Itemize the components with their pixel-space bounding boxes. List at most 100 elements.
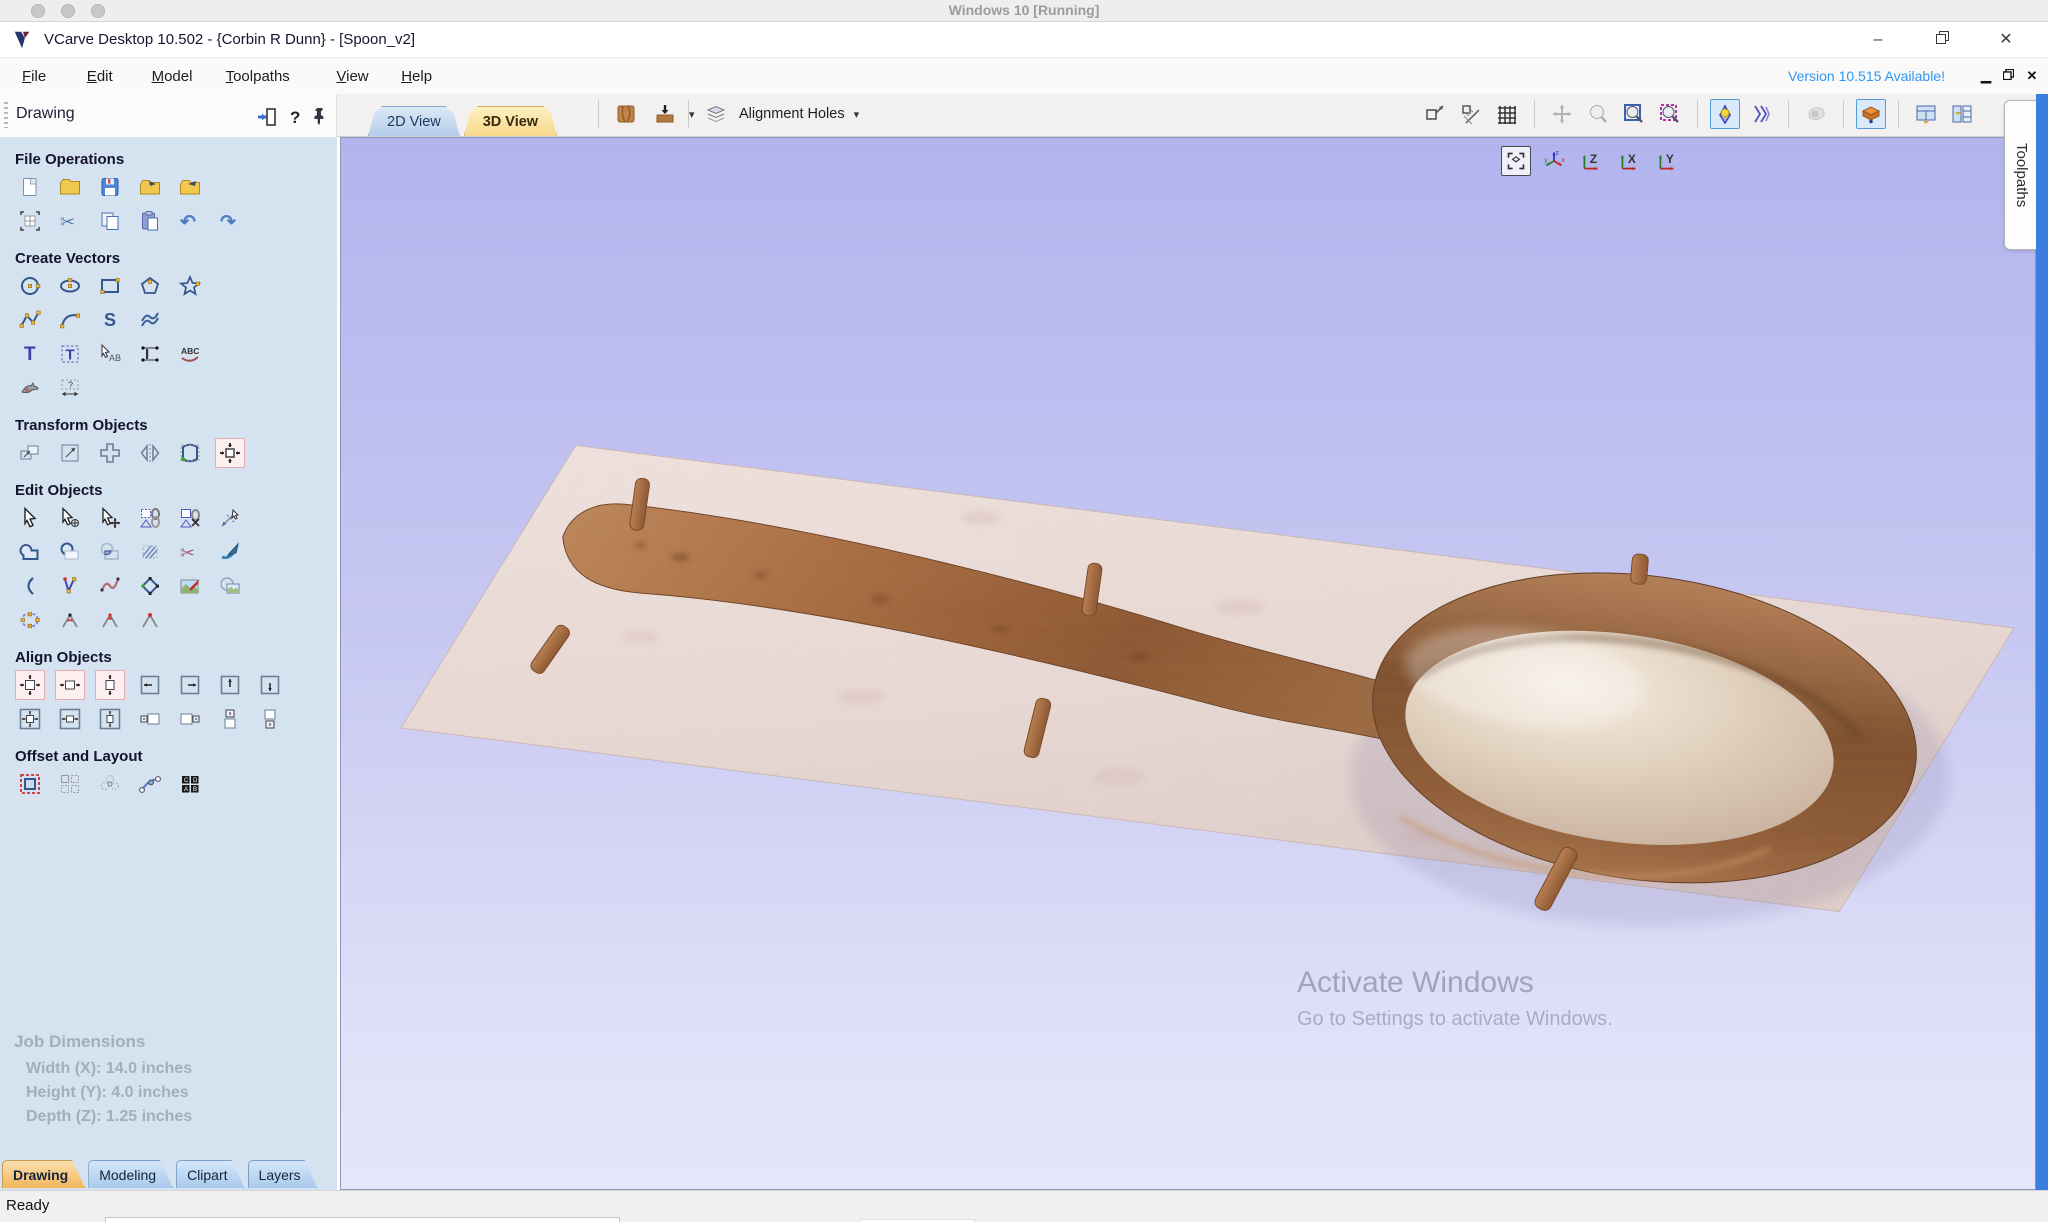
redo-icon[interactable]: ↷ [215, 206, 245, 236]
zoom-to-drawing-icon[interactable] [1420, 99, 1450, 129]
crop-bitmap-icon[interactable] [215, 571, 245, 601]
tab-3d-view[interactable]: 3D View [464, 106, 557, 136]
copy-icon[interactable] [95, 206, 125, 236]
align-outside-left-icon[interactable] [135, 704, 165, 734]
menu-help[interactable]: Help [395, 66, 438, 87]
tab-clipart[interactable]: Clipart [176, 1160, 244, 1188]
mdi-minimize-button[interactable]: ▁ [1976, 66, 1996, 86]
corner-sharp-icon[interactable] [135, 605, 165, 635]
draw-dimension-icon[interactable]: ? [55, 373, 85, 403]
align-center-vertical-icon[interactable] [95, 670, 125, 700]
job-setup-icon[interactable] [15, 206, 45, 236]
corner-external-icon[interactable] [95, 605, 125, 635]
mdi-close-button[interactable]: ✕ [2022, 66, 2042, 86]
toggle-shading-icon[interactable] [1710, 99, 1740, 129]
array-copy-icon[interactable] [55, 769, 85, 799]
draw-rectangle-icon[interactable] [95, 271, 125, 301]
draw-star-icon[interactable] [175, 271, 205, 301]
tab-layers[interactable]: Layers [248, 1160, 318, 1188]
distort-object-icon[interactable] [175, 438, 205, 468]
stack-above-icon[interactable] [215, 704, 245, 734]
fit-polyline-icon[interactable] [55, 571, 85, 601]
view-isometric-axes-button[interactable]: zyx [1539, 146, 1569, 176]
window-close-button[interactable]: ✕ [1984, 26, 2028, 54]
nest-parts-icon[interactable]: CDAB [175, 769, 205, 799]
align-left-icon[interactable] [135, 670, 165, 700]
trace-bitmap-icon[interactable] [15, 373, 45, 403]
subtract-vectors-icon[interactable] [55, 537, 85, 567]
edit-text-spacing-icon[interactable]: AB [95, 339, 125, 369]
mirror-selection-icon[interactable] [135, 438, 165, 468]
panel-grip[interactable] [4, 102, 8, 128]
corner-internal-icon[interactable] [55, 605, 85, 635]
zoom-box-icon[interactable] [1619, 99, 1649, 129]
menu-edit[interactable]: Edit [81, 66, 119, 87]
alignment-holes-dropdown[interactable]: Alignment Holes [739, 106, 845, 122]
new-file-icon[interactable] [15, 172, 45, 202]
move-tool-icon[interactable] [95, 503, 125, 533]
pan-view-icon[interactable] [1547, 99, 1577, 129]
save-file-icon[interactable] [95, 172, 125, 202]
export-vectors-icon[interactable] [175, 172, 205, 202]
weld-vectors-icon[interactable] [15, 537, 45, 567]
align-outside-right-icon[interactable] [175, 704, 205, 734]
scale-view-icon[interactable] [1456, 99, 1486, 129]
align-right-icon[interactable] [175, 670, 205, 700]
tab-drawing[interactable]: Drawing [2, 1160, 85, 1188]
draw-circle-icon[interactable] [15, 271, 45, 301]
version-update-link[interactable]: Version 10.515 Available! [1788, 68, 1945, 84]
draw-ellipse-icon[interactable] [55, 271, 85, 301]
import-vectors-icon[interactable] [135, 172, 165, 202]
edit-picture-icon[interactable] [175, 571, 205, 601]
align-top-icon[interactable] [215, 670, 245, 700]
center-in-material-icon[interactable] [215, 438, 245, 468]
spoon-3d-model[interactable] [341, 138, 2035, 1189]
window-minimize-button[interactable]: – [1856, 26, 1900, 54]
align-center-horizontal-icon[interactable] [55, 670, 85, 700]
toolpaths-side-tab[interactable]: Toolpaths [2004, 100, 2038, 250]
center-in-material-both-icon[interactable] [15, 704, 45, 734]
menu-toolpaths[interactable]: Toolpaths [220, 66, 296, 87]
select-tool-icon[interactable] [15, 503, 45, 533]
3d-viewport[interactable]: zyxZXY Activate Windows Go to Settings t… [340, 137, 2036, 1190]
zoom-to-selection-icon[interactable] [1655, 99, 1685, 129]
undo-icon[interactable]: ↶ [175, 206, 205, 236]
center-in-material-v-icon[interactable] [95, 704, 125, 734]
ungroup-objects-icon[interactable] [175, 503, 205, 533]
draw-curve-icon[interactable]: S [95, 305, 125, 335]
arc-text-icon[interactable]: ABC [175, 339, 205, 369]
cut-vectors-icon[interactable]: ✂ [175, 537, 205, 567]
pin-panel-icon[interactable] [304, 102, 334, 132]
view-along-y-button[interactable]: Y [1653, 146, 1683, 176]
circular-copy-icon[interactable] [95, 769, 125, 799]
intersect-vectors-icon[interactable] [95, 537, 125, 567]
move-selection-icon[interactable] [15, 438, 45, 468]
offset-vectors-icon[interactable] [15, 769, 45, 799]
preview-toolpaths-icon[interactable] [1801, 99, 1831, 129]
knife-tool-icon[interactable] [215, 537, 245, 567]
zoom-view-icon[interactable] [1583, 99, 1613, 129]
fit-curve-icon[interactable] [95, 571, 125, 601]
open-file-icon[interactable] [55, 172, 85, 202]
draw-texture-icon[interactable] [135, 305, 165, 335]
draw-polygon-icon[interactable] [135, 271, 165, 301]
group-objects-icon[interactable] [135, 503, 165, 533]
set-size-icon[interactable] [55, 438, 85, 468]
draw-material-block-icon[interactable] [1856, 99, 1886, 129]
view-isometric-frame-button[interactable] [1501, 146, 1531, 176]
view-down-z-button[interactable]: Z [1577, 146, 1607, 176]
align-move-icon[interactable] [95, 438, 125, 468]
align-center-both-icon[interactable] [15, 670, 45, 700]
tab-2d-view[interactable]: 2D View [368, 106, 460, 136]
fit-arc-icon[interactable] [15, 571, 45, 601]
cut-icon[interactable]: ✂ [55, 206, 85, 236]
toggle-grid-icon[interactable] [1492, 99, 1522, 129]
split-view-icon[interactable] [1947, 99, 1977, 129]
align-bottom-icon[interactable] [255, 670, 285, 700]
menu-file[interactable]: File [16, 66, 52, 87]
window-restore-button[interactable] [1920, 26, 1964, 54]
two-sided-material-icon[interactable] [611, 99, 641, 129]
node-edit-tool-icon[interactable] [55, 503, 85, 533]
paste-icon[interactable] [135, 206, 165, 236]
alignment-layers-icon[interactable] [701, 99, 731, 129]
